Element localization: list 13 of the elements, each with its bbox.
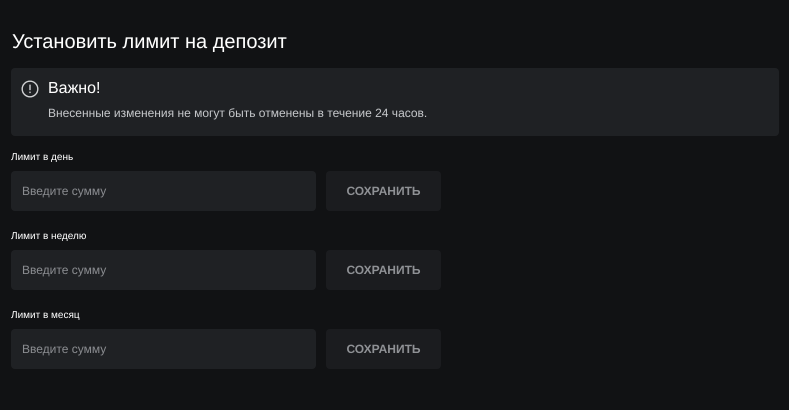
- save-button[interactable]: СОХРАНИТЬ: [326, 171, 441, 211]
- field-label: Лимит в день: [11, 151, 74, 165]
- save-button[interactable]: СОХРАНИТЬ: [326, 250, 441, 290]
- notice-text: Внесенные изменения не могут быть отменены в течение 24 часов.: [48, 105, 428, 121]
- field-label: Лимит в неделю: [11, 230, 88, 244]
- notice-heading: Важно!: [48, 79, 100, 99]
- page-title: Установить лимит на депозит: [12, 30, 288, 55]
- amount-input-field[interactable]: Введите сумму: [11, 329, 316, 369]
- amount-input-field[interactable]: Введите сумму: [11, 250, 316, 290]
- field-label: Лимит в месяц: [11, 309, 81, 323]
- save-button[interactable]: СОХРАНИТЬ: [326, 329, 441, 369]
- amount-input-field[interactable]: Введите сумму: [11, 171, 316, 211]
- exclamation-circle-icon: [21, 80, 39, 98]
